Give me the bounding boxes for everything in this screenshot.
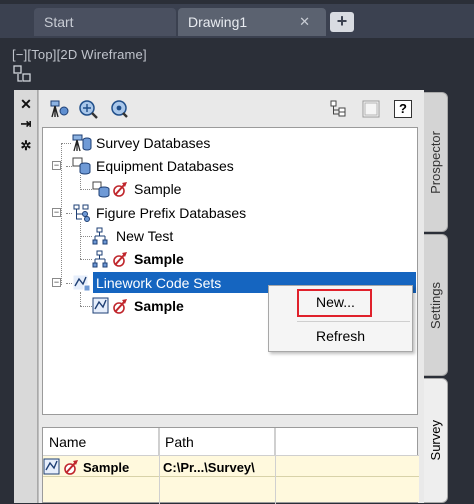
tree-item-figure-prefix-new-test[interactable]: New Test xyxy=(92,226,176,246)
linework-code-set-item-icon xyxy=(43,458,78,475)
collapse-linework-code-sets[interactable]: − xyxy=(52,278,61,287)
tab-settings-label: Settings xyxy=(428,281,443,329)
tree-child-line xyxy=(80,222,81,259)
file-tab-bar: Start Drawing1 ✕ + xyxy=(0,0,474,38)
tab-prospector[interactable]: Prospector xyxy=(424,92,448,232)
column-header-name[interactable]: Name xyxy=(43,428,159,455)
context-menu-new[interactable]: New... xyxy=(269,291,414,313)
tab-survey-label: Survey xyxy=(428,420,443,461)
tab-start-label: Start xyxy=(44,14,74,30)
column-divider xyxy=(159,428,160,504)
item-list-grid: Name Path Sample C:\Pr...\Survey\ xyxy=(42,427,419,504)
tree-item-survey-databases[interactable]: Survey Databases xyxy=(72,133,213,153)
tree-root-line xyxy=(61,143,62,285)
palette-properties-icon[interactable]: ✲ xyxy=(18,138,34,154)
tree-item-linework-sample[interactable]: Sample xyxy=(92,296,187,316)
tab-prospector-label: Prospector xyxy=(428,130,443,194)
palette-close-icon[interactable]: ✕ xyxy=(18,96,34,112)
tree-child-line xyxy=(80,175,81,190)
tree-item-label: Sample xyxy=(134,251,184,267)
tree-item-linework-code-sets[interactable]: Linework Code Sets xyxy=(72,273,224,293)
tree-branch xyxy=(80,259,92,260)
context-menu-separator xyxy=(297,321,410,322)
figure-prefix-item-icon xyxy=(92,250,127,268)
zoom-to-point-icon[interactable] xyxy=(77,98,99,120)
context-menu-refresh[interactable]: Refresh xyxy=(269,325,414,347)
tab-drawing1[interactable]: Drawing1 ✕ xyxy=(178,8,326,36)
tree-item-label: Survey Databases xyxy=(96,135,211,151)
linework-code-set-item-icon xyxy=(92,297,127,314)
cell-name-text: Sample xyxy=(83,459,130,475)
column-header-path[interactable]: Path xyxy=(159,428,275,455)
collapse-figure-prefix-databases[interactable]: − xyxy=(52,208,61,217)
collapse-equipment-databases[interactable]: − xyxy=(52,161,61,170)
cell-path: C:\Pr...\Survey\ xyxy=(163,459,255,475)
equipment-database-icon xyxy=(72,157,91,175)
tree-item-label: New Test xyxy=(116,228,174,244)
panel-toggle-icon[interactable] xyxy=(362,100,380,118)
tree-item-label: Equipment Databases xyxy=(96,158,234,174)
tab-drawing1-label: Drawing1 xyxy=(188,14,248,30)
column-divider xyxy=(275,428,276,504)
tab-settings[interactable]: Settings xyxy=(424,234,448,376)
help-icon[interactable]: ? xyxy=(394,100,412,118)
table-row[interactable]: Sample C:\Pr...\Survey\ xyxy=(43,455,419,477)
palette-autohide-icon[interactable]: ⇥ xyxy=(18,116,34,132)
tree-item-label: Figure Prefix Databases xyxy=(96,205,247,221)
tree-branch xyxy=(80,306,92,307)
survey-database-icon xyxy=(72,134,92,152)
tree-item-equipment-sample[interactable]: Sample xyxy=(92,179,184,199)
context-menu: New... Refresh xyxy=(268,285,413,352)
palette-title-bar[interactable]: ✕ ⇥ ✲ xyxy=(14,90,38,503)
viewport-controls-label[interactable]: [−][Top][2D Wireframe] xyxy=(12,47,147,62)
tree-item-label: Sample xyxy=(134,181,182,197)
linework-code-set-icon xyxy=(72,274,91,292)
tree-item-figure-prefix-databases[interactable]: Figure Prefix Databases xyxy=(72,203,249,223)
prospector-view-icon[interactable] xyxy=(330,100,348,118)
equipment-database-item-icon xyxy=(92,181,127,198)
tree-item-label: Linework Code Sets xyxy=(96,275,222,291)
tree-child-line xyxy=(80,292,81,306)
tab-start[interactable]: Start xyxy=(34,8,176,36)
tree-branch xyxy=(61,143,71,144)
ucs-icon xyxy=(13,65,31,82)
tree-item-equipment-databases[interactable]: Equipment Databases xyxy=(72,156,237,176)
new-tab-button[interactable]: + xyxy=(330,12,354,32)
tab-bar-top-edge xyxy=(0,0,474,4)
tree-item-label: Sample xyxy=(134,298,184,314)
tab-survey[interactable]: Survey xyxy=(424,378,448,503)
table-empty-row xyxy=(43,477,419,502)
tree-item-figure-prefix-sample[interactable]: Sample xyxy=(92,249,187,269)
close-icon[interactable]: ✕ xyxy=(299,14,310,30)
tree-branch xyxy=(80,189,92,190)
survey-settings-icon[interactable] xyxy=(48,98,70,120)
cell-name: Sample xyxy=(43,456,159,478)
tree-branch xyxy=(80,236,92,237)
figure-prefix-database-icon xyxy=(73,204,90,222)
pan-to-point-icon[interactable] xyxy=(108,98,130,120)
figure-prefix-item-icon xyxy=(92,227,108,245)
